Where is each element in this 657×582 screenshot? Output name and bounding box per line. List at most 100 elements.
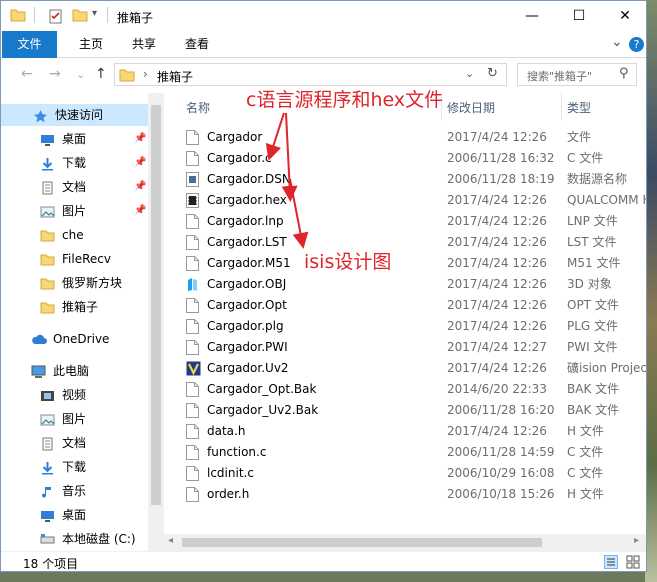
tab-home[interactable]: 主页	[67, 31, 115, 58]
large-icons-view-icon[interactable]	[626, 555, 640, 569]
file-date: 2006/11/28 18:19	[447, 172, 555, 186]
file-row[interactable]: Cargador_Opt.Bak 2014/6/20 22:33 BAK 文件	[164, 379, 646, 400]
breadcrumb-current-folder[interactable]: 推箱子	[157, 68, 193, 85]
file-type: PWI 文件	[567, 340, 618, 354]
scrollbar-thumb[interactable]	[151, 105, 161, 505]
sidebar-item[interactable]: FileRecv	[1, 248, 148, 270]
sidebar-item[interactable]: 快速访问	[1, 104, 148, 126]
details-view-icon[interactable]	[604, 555, 618, 569]
column-divider[interactable]	[561, 93, 562, 121]
file-row[interactable]: function.c 2006/11/28 14:59 C 文件	[164, 442, 646, 463]
tab-file[interactable]: 文件	[2, 31, 57, 58]
file-row[interactable]: data.h 2017/4/24 12:26 H 文件	[164, 421, 646, 442]
sidebar-item[interactable]: 视频	[1, 384, 148, 406]
sidebar-item[interactable]: 下载 📌	[1, 152, 148, 174]
search-input[interactable]: 搜索"推箱子"	[527, 68, 592, 84]
sidebar-item[interactable]: 图片	[1, 408, 148, 430]
help-icon[interactable]: ?	[629, 37, 644, 52]
column-header-name[interactable]: 名称	[186, 99, 210, 116]
file-date: 2017/4/24 12:26	[447, 214, 547, 228]
sidebar-item[interactable]: 音乐	[1, 480, 148, 502]
annotation-source-hex: c语言源程序和hex文件	[246, 89, 444, 111]
search-box[interactable]: 搜索"推箱子" ⚲	[517, 63, 637, 86]
picture-icon	[40, 204, 55, 218]
sidebar-item[interactable]: 文档 📌	[1, 176, 148, 198]
up-button[interactable]: ↑	[95, 66, 107, 82]
search-icon[interactable]: ⚲	[619, 66, 629, 81]
file-row[interactable]: Cargador.PWI 2017/4/24 12:27 PWI 文件	[164, 337, 646, 358]
ribbon-expand-icon[interactable]: ⌄	[611, 34, 623, 50]
column-header-type[interactable]: 类型	[567, 99, 591, 116]
file-row[interactable]: Cargador_Uv2.Bak 2006/11/28 16:20 BAK 文件	[164, 400, 646, 421]
scroll-left-icon[interactable]: ◂	[168, 535, 173, 546]
file-row[interactable]: Cargador.LST 2017/4/24 12:26 LST 文件	[164, 232, 646, 253]
sidebar-item[interactable]: 文档	[1, 432, 148, 454]
file-row[interactable]: Cargador.hex 2017/4/24 12:26 QUALCOMM H	[164, 190, 646, 211]
file-row[interactable]: Cargador.Uv2 2017/4/24 12:26 礦ision Projec…	[164, 358, 646, 379]
file-date: 2017/4/24 12:26	[447, 256, 547, 270]
file-row[interactable]: Cargador.plg 2017/4/24 12:26 PLG 文件	[164, 316, 646, 337]
file-name: Cargador_Uv2.Bak	[207, 403, 319, 417]
minimize-button[interactable]: —	[509, 1, 555, 31]
sidebar-item-label: 下载	[62, 460, 87, 474]
quick-access-toolbar-dropdown-icon[interactable]: ▾	[92, 8, 97, 19]
recent-locations-dropdown-icon[interactable]: ⌄	[76, 68, 85, 81]
file-row[interactable]: Cargador.c 2006/11/28 16:32 C 文件	[164, 148, 646, 169]
sidebar-item-label: 图片	[62, 204, 87, 218]
file-row[interactable]: Cargador 2017/4/24 12:26 文件	[164, 127, 646, 148]
cloud-icon	[31, 332, 47, 346]
properties-icon[interactable]	[49, 8, 63, 24]
back-button[interactable]: ←	[21, 66, 33, 82]
sidebar-item[interactable]: 此电脑	[1, 360, 148, 382]
sidebar-item[interactable]: 图片 📌	[1, 200, 148, 222]
file-type: C 文件	[567, 151, 604, 165]
file-row[interactable]: Cargador.DSN 2006/11/28 18:19 数据源名称	[164, 169, 646, 190]
sidebar-item[interactable]: 俄罗斯方块	[1, 272, 148, 294]
sidebar-scrollbar[interactable]	[148, 93, 164, 551]
file-list-horizontal-scrollbar[interactable]: ◂ ▸	[164, 534, 646, 551]
file-icon	[186, 340, 199, 355]
file-row[interactable]: Cargador.M51 2017/4/24 12:26 M51 文件	[164, 253, 646, 274]
file-name: Cargador.Uv2	[207, 361, 289, 375]
file-icon	[186, 382, 199, 397]
new-folder-icon[interactable]	[72, 8, 88, 22]
sidebar-item[interactable]: OneDrive	[1, 328, 148, 350]
tab-view[interactable]: 查看	[173, 31, 221, 58]
download-icon	[40, 460, 55, 475]
folder-icon	[119, 69, 135, 82]
sidebar-item[interactable]: 下载	[1, 456, 148, 478]
file-name: Cargador.plg	[207, 319, 284, 333]
sidebar-item[interactable]: 推箱子	[1, 296, 148, 318]
sidebar-item[interactable]: 桌面 📌	[1, 128, 148, 150]
window-title: 推箱子	[117, 11, 154, 25]
column-header-date[interactable]: 修改日期	[447, 99, 495, 116]
scroll-right-icon[interactable]: ▸	[634, 535, 639, 546]
sidebar-item[interactable]: 桌面	[1, 504, 148, 526]
file-row[interactable]: order.h 2006/10/18 15:26 H 文件	[164, 484, 646, 505]
sidebar-item-label: 快速访问	[55, 108, 104, 122]
address-dropdown-icon[interactable]: ⌄	[465, 67, 474, 80]
tab-share[interactable]: 共享	[120, 31, 168, 58]
sidebar-item-label: 下载	[62, 156, 87, 170]
scrollbar-thumb[interactable]	[182, 538, 542, 547]
refresh-button[interactable]: ↻	[487, 66, 498, 81]
sidebar-item[interactable]: che	[1, 224, 148, 246]
address-bar[interactable]: › 推箱子 ⌄ ↻	[114, 63, 507, 86]
file-row[interactable]: lcdinit.c 2006/10/29 16:08 C 文件	[164, 463, 646, 484]
forward-button[interactable]: →	[49, 66, 61, 82]
close-button[interactable]: ✕	[602, 1, 648, 31]
file-type: LNP 文件	[567, 214, 618, 228]
file-name: Cargador.DSN	[207, 172, 291, 186]
sidebar-item-label: 音乐	[62, 484, 87, 498]
file-row[interactable]: Cargador.lnp 2017/4/24 12:26 LNP 文件	[164, 211, 646, 232]
file-date: 2006/10/18 15:26	[447, 487, 555, 501]
file-type: 礦ision Project	[567, 361, 646, 375]
file-row[interactable]: Cargador.Opt 2017/4/24 12:26 OPT 文件	[164, 295, 646, 316]
sidebar-item[interactable]: 本地磁盘 (C:)	[1, 528, 148, 550]
file-date: 2017/4/24 12:26	[447, 319, 547, 333]
file-icon	[186, 151, 199, 166]
maximize-button[interactable]: ☐	[556, 1, 602, 31]
file-row[interactable]: Cargador.OBJ 2017/4/24 12:26 3D 对象	[164, 274, 646, 295]
sidebar-item-label: 视频	[62, 388, 87, 402]
breadcrumb-separator-icon[interactable]: ›	[143, 67, 148, 81]
